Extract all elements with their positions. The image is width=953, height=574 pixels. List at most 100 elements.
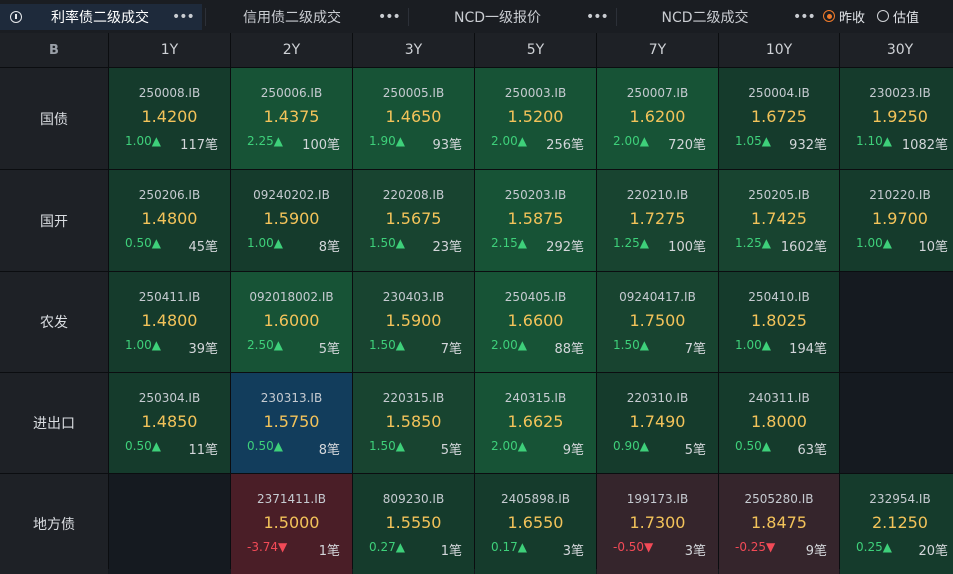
yield-value: 1.5200: [507, 107, 564, 126]
quote-cell[interactable]: 232954.IB 2.1250 0.25▲ 20笔: [840, 474, 953, 574]
quote-cell[interactable]: 250004.IB 1.6725 1.05▲ 932笔: [719, 68, 839, 169]
yield-value: 1.5875: [507, 209, 564, 228]
trade-count: 1笔: [318, 544, 340, 559]
yield-change: -0.50▼: [613, 540, 654, 554]
radio-prev-close[interactable]: 昨收: [823, 7, 865, 26]
more-options-icon[interactable]: •••: [172, 9, 195, 25]
yield-change: 1.10▲: [856, 134, 892, 148]
radio-label: 昨收: [839, 10, 866, 26]
quote-cell[interactable]: 250003.IB 1.5200 2.00▲ 256笔: [475, 68, 596, 169]
yield-value: 1.5900: [385, 311, 442, 330]
price-basis-radio-group: 昨收 估值: [823, 6, 931, 26]
more-options-icon[interactable]: •••: [586, 9, 609, 25]
yield-change: 1.00▲: [247, 236, 283, 250]
quote-cell[interactable]: 240311.IB 1.8000 0.50▲ 63笔: [719, 373, 839, 473]
column-header-5y: 5Y: [475, 33, 596, 67]
quote-cell[interactable]: 809230.IB 1.5550 0.27▲ 1笔: [353, 474, 474, 574]
radio-unchecked-icon[interactable]: [877, 10, 890, 22]
trade-count: 932笔: [789, 138, 827, 153]
row-header: 农发: [0, 272, 108, 372]
quote-cell[interactable]: 220315.IB 1.5850 1.50▲ 5笔: [353, 373, 474, 473]
trade-count: 1082笔: [901, 138, 948, 153]
tab-ncd-secondary-trades[interactable]: NCD二级成交 •••: [617, 4, 815, 30]
yield-change: 2.00▲: [491, 134, 527, 148]
quote-cell[interactable]: 250203.IB 1.5875 2.15▲ 292笔: [475, 170, 596, 271]
quote-cell[interactable]: 220310.IB 1.7490 0.90▲ 5笔: [597, 373, 718, 473]
yield-value: 1.8475: [751, 513, 807, 532]
radio-checked-icon[interactable]: [823, 10, 835, 22]
quote-cell[interactable]: 199173.IB 1.7300 -0.50▼ 3笔: [597, 474, 718, 574]
quote-cell[interactable]: 250008.IB 1.4200 1.00▲ 117笔: [109, 68, 230, 169]
quote-cell[interactable]: 250304.IB 1.4850 0.50▲ 11笔: [109, 373, 230, 473]
bond-code: 240311.IB: [748, 391, 810, 405]
yield-change: 1.90▲: [369, 134, 405, 148]
quote-cell[interactable]: 250206.IB 1.4800 0.50▲ 45笔: [109, 170, 230, 271]
trade-count: 23笔: [432, 240, 462, 255]
yield-value: 1.9250: [872, 107, 928, 126]
info-icon[interactable]: [10, 11, 22, 23]
yield-value: 1.6000: [263, 311, 320, 330]
quote-cell[interactable]: 250410.IB 1.8025 1.00▲ 194笔: [719, 272, 839, 372]
quote-cell[interactable]: 09240417.IB 1.7500 1.50▲ 7笔: [597, 272, 718, 372]
row-header: 进出口: [0, 373, 108, 473]
yield-value: 1.4375: [263, 107, 320, 126]
quote-cell[interactable]: 250405.IB 1.6600 2.00▲ 88笔: [475, 272, 596, 372]
trade-count: 5笔: [684, 443, 706, 458]
quote-cell[interactable]: 210220.IB 1.9700 1.00▲ 10笔: [840, 170, 953, 271]
yield-change: -3.74▼: [247, 540, 288, 554]
quote-cell[interactable]: 240315.IB 1.6625 2.00▲ 9笔: [475, 373, 596, 473]
more-options-icon[interactable]: •••: [378, 9, 401, 25]
bond-code: 210220.IB: [869, 188, 931, 202]
quote-cell[interactable]: 2405898.IB 1.6550 0.17▲ 3笔: [475, 474, 596, 574]
bond-code: 2405898.IB: [500, 492, 571, 506]
yield-change: 0.90▲: [613, 439, 649, 453]
column-header-10y: 10Y: [719, 33, 839, 67]
quote-cell[interactable]: 250006.IB 1.4375 2.25▲ 100笔: [231, 68, 352, 169]
quote-cell[interactable]: 220208.IB 1.5675 1.50▲ 23笔: [353, 170, 474, 271]
yield-value: 1.7300: [629, 513, 686, 532]
bond-code: 2505280.IB: [744, 492, 814, 506]
bond-code: 250405.IB: [504, 290, 567, 304]
more-options-icon[interactable]: •••: [793, 9, 816, 25]
quote-cell[interactable]: 2371411.IB 1.5000 -3.74▼ 1笔: [231, 474, 352, 574]
quote-cell[interactable]: 250411.IB 1.4800 1.00▲ 39笔: [109, 272, 230, 372]
trade-count: 3笔: [562, 544, 584, 559]
trade-count: 8笔: [318, 240, 340, 255]
quote-cell[interactable]: 2505280.IB 1.8475 -0.25▼ 9笔: [719, 474, 839, 574]
trade-count: 39笔: [188, 342, 218, 357]
quote-cell[interactable]: 220210.IB 1.7275 1.25▲ 100笔: [597, 170, 718, 271]
quote-cell[interactable]: 09240202.IB 1.5900 1.00▲ 8笔: [231, 170, 352, 271]
quote-cell[interactable]: 230403.IB 1.5900 1.50▲ 7笔: [353, 272, 474, 372]
tab-bar: 利率债二级成交 ••• 信用债二级成交 ••• NCD一级报价 ••• NCD二…: [0, 0, 953, 33]
radio-label: 估值: [893, 10, 920, 26]
quote-cell[interactable]: 250007.IB 1.6200 2.00▲ 720笔: [597, 68, 718, 169]
quote-cell[interactable]: 092018002.IB 1.6000 2.50▲ 5笔: [231, 272, 352, 372]
yield-change: 1.50▲: [369, 439, 405, 453]
tab-label: NCD一级报价: [453, 10, 542, 26]
quote-cell[interactable]: 230313.IB 1.5750 0.50▲ 8笔: [231, 373, 352, 473]
bond-code: 250206.IB: [138, 188, 201, 202]
bond-code: 250007.IB: [626, 86, 689, 100]
bond-code: 250006.IB: [260, 86, 323, 100]
yield-change: 2.00▲: [613, 134, 649, 148]
quote-cell[interactable]: 230023.IB 1.9250 1.10▲ 1082笔: [840, 68, 953, 169]
radio-valuation[interactable]: 估值: [877, 7, 919, 26]
empty-cell: [109, 474, 230, 574]
tab-label: 利率债二级成交: [51, 10, 149, 26]
quote-cell[interactable]: 250005.IB 1.4650 1.90▲ 93笔: [353, 68, 474, 169]
row-header: 地方债: [0, 474, 108, 574]
yield-change: 0.27▲: [369, 540, 405, 554]
yield-change: 0.50▲: [247, 439, 283, 453]
trade-count: 5笔: [440, 443, 462, 458]
bond-code: 250203.IB: [504, 188, 567, 202]
column-header-30y: 30Y: [840, 33, 953, 67]
row-header: 国债: [0, 68, 108, 169]
quote-cell[interactable]: 250205.IB 1.7425 1.25▲ 1602笔: [719, 170, 839, 271]
yield-value: 1.7275: [629, 209, 686, 228]
tab-ncd-primary-quotes[interactable]: NCD一级报价 •••: [409, 4, 614, 30]
tab-credit-bond-trades[interactable]: 信用债二级成交 •••: [206, 4, 406, 30]
yield-change: 1.50▲: [369, 338, 405, 352]
yield-change: 1.00▲: [125, 134, 161, 148]
yield-change: 1.05▲: [735, 134, 771, 148]
tab-rate-bond-trades[interactable]: 利率债二级成交 •••: [0, 4, 202, 30]
